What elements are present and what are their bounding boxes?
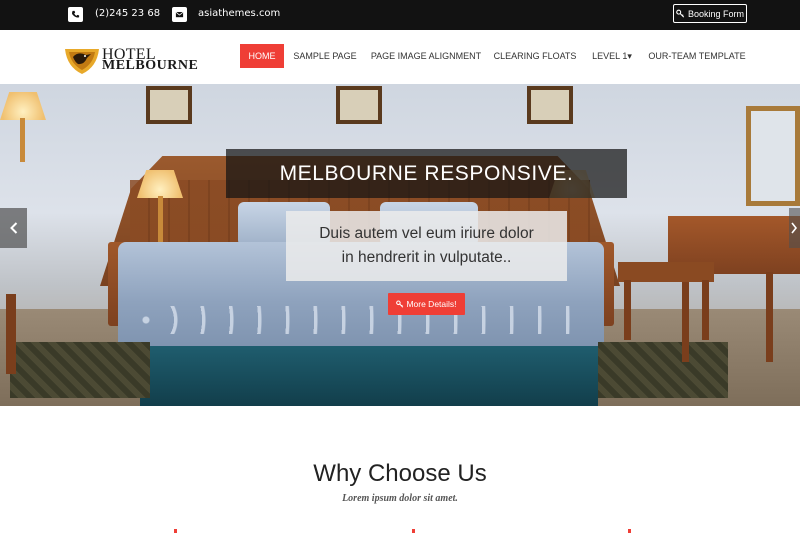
logo-text-melbourne: MELBOURNE [102, 58, 199, 73]
mail-icon [172, 7, 187, 22]
hero-title-box: MELBOURNE RESPONSIVE. [226, 149, 627, 198]
nav-level-1[interactable]: LEVEL 1▾ [592, 44, 632, 68]
chevron-left-icon [9, 222, 17, 234]
feature-icon-partial [412, 529, 415, 533]
slider-next-button[interactable] [789, 208, 800, 248]
section-subtitle: Lorem ipsum dolor sit amet. [342, 493, 458, 504]
key-icon [676, 9, 685, 18]
site-logo[interactable]: HOTEL MELBOURNE [64, 43, 214, 75]
nav-home[interactable]: HOME [240, 44, 284, 68]
phone-icon [68, 7, 83, 22]
eagle-emblem-icon [65, 49, 99, 74]
phone-number: (2)245 23 68 [95, 8, 161, 19]
slider-prev-button[interactable] [0, 208, 27, 248]
email-address[interactable]: asiathemes.com [198, 8, 280, 19]
key-icon [396, 300, 404, 308]
site-header: HOTEL MELBOURNE HOME SAMPLE PAGE PAGE IM… [0, 30, 800, 84]
hero-subtitle-box: Duis autem vel eum iriure dolor in hendr… [286, 211, 567, 281]
nav-page-image-alignment[interactable]: PAGE IMAGE ALIGNMENT [371, 44, 481, 68]
more-details-label: More Details! [406, 299, 457, 309]
nav-clearing-floats[interactable]: CLEARING FLOATS [494, 44, 577, 68]
hero-slider: MELBOURNE RESPONSIVE. Duis autem vel eum… [0, 84, 800, 406]
booking-form-button[interactable]: Booking Form [673, 4, 747, 23]
nav-sample-page[interactable]: SAMPLE PAGE [293, 44, 356, 68]
hero-title: MELBOURNE RESPONSIVE. [279, 161, 574, 185]
section-title: Why Choose Us [313, 460, 487, 487]
feature-icon-partial [174, 529, 177, 533]
hero-subtitle-line-2: in hendrerit in vulputate.. [341, 249, 512, 266]
chevron-right-icon [791, 222, 798, 234]
hero-subtitle-line-1: Duis autem vel eum iriure dolor [319, 225, 534, 242]
nav-our-team-template[interactable]: OUR-TEAM TEMPLATE [648, 44, 745, 68]
booking-form-label: Booking Form [687, 8, 745, 19]
more-details-button[interactable]: More Details! [388, 293, 465, 315]
top-bar: (2)245 23 68 asiathemes.com Booking Form [0, 0, 800, 30]
feature-icon-partial [628, 529, 631, 533]
